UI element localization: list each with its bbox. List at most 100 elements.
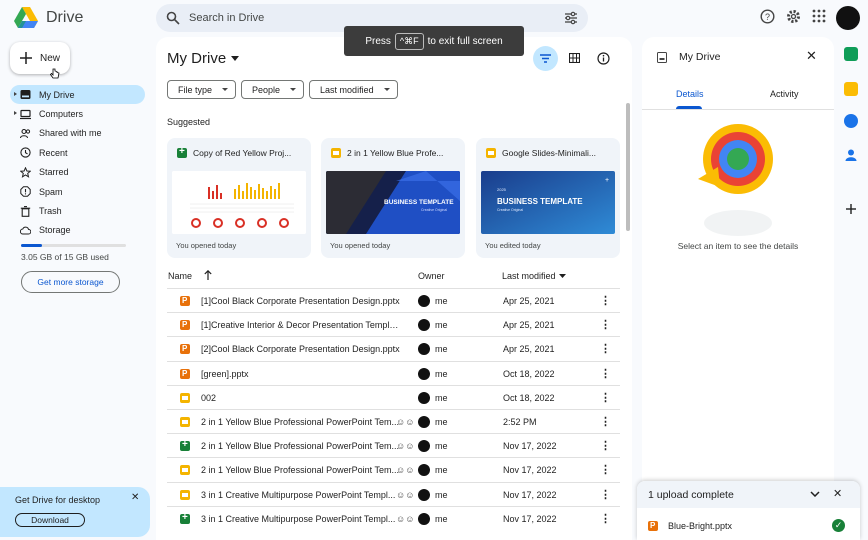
- sidebar-item-storage[interactable]: Storage: [10, 221, 145, 240]
- expand-caret-icon[interactable]: [14, 92, 17, 96]
- grid-view-icon[interactable]: [569, 53, 580, 63]
- help-icon[interactable]: ?: [760, 9, 775, 24]
- search-input[interactable]: Search in Drive: [189, 12, 264, 24]
- more-vert-icon[interactable]: ⋮: [600, 488, 611, 501]
- slides-icon: [486, 148, 496, 158]
- new-button[interactable]: New: [10, 42, 70, 74]
- file-name[interactable]: 3 in 1 Creative Multipurpose PowerPoint …: [201, 490, 401, 500]
- sidebar-item-spam[interactable]: Spam: [10, 182, 145, 201]
- suggested-heading: Suggested: [167, 117, 211, 127]
- more-vert-icon[interactable]: ⋮: [600, 367, 611, 380]
- modified-date: Oct 18, 2022: [503, 368, 555, 379]
- slides-icon: [180, 489, 190, 500]
- owner-name: me: [435, 344, 448, 355]
- sidebar-item-shared-with-me[interactable]: Shared with me: [10, 124, 145, 143]
- table-row[interactable]: [1]Creative Interior & Decor Presentatio…: [167, 312, 620, 336]
- file-name[interactable]: 2 in 1 Yellow Blue Professional PowerPoi…: [201, 465, 401, 475]
- table-row[interactable]: 3 in 1 Creative Multipurpose PowerPoint …: [167, 505, 620, 530]
- promo-title: Get Drive for desktop: [15, 495, 101, 505]
- settings-icon[interactable]: [786, 9, 801, 24]
- svg-text:?: ?: [765, 12, 770, 22]
- table-row[interactable]: 2 in 1 Yellow Blue Professional PowerPoi…: [167, 409, 620, 433]
- apps-grid-icon[interactable]: [812, 9, 826, 23]
- get-more-storage-button[interactable]: Get more storage: [21, 271, 120, 293]
- calendar-icon[interactable]: [844, 47, 858, 61]
- thumb-title: BUSINESS TEMPLATE: [497, 197, 583, 206]
- account-avatar[interactable]: [836, 6, 860, 30]
- file-type-filter[interactable]: File type: [167, 80, 237, 99]
- drive-logo[interactable]: Drive: [14, 7, 83, 28]
- more-vert-icon[interactable]: ⋮: [600, 391, 611, 404]
- more-vert-icon[interactable]: ⋮: [600, 342, 611, 355]
- suggested-card[interactable]: 2 in 1 Yellow Blue Profe... BUSINESS TEM…: [321, 138, 465, 258]
- file-name[interactable]: 002: [201, 393, 401, 403]
- more-vert-icon[interactable]: ⋮: [600, 318, 611, 331]
- sidebar-item-trash[interactable]: Trash: [10, 201, 145, 220]
- owner-avatar: [418, 488, 430, 501]
- sidebar-item-starred[interactable]: Starred: [10, 163, 145, 182]
- add-addon-icon[interactable]: [844, 202, 858, 216]
- close-icon[interactable]: ✕: [833, 487, 842, 500]
- owner-column-header[interactable]: Owner: [418, 271, 445, 281]
- table-row[interactable]: [2]Cool Black Corporate Presentation Des…: [167, 336, 620, 360]
- page-title[interactable]: My Drive: [167, 50, 240, 67]
- desktop-promo: Get Drive for desktop ✕ Download: [0, 487, 150, 537]
- sidebar-item-recent[interactable]: Recent: [10, 143, 145, 162]
- tab-activity[interactable]: Activity: [770, 89, 799, 99]
- more-vert-icon[interactable]: ⋮: [600, 463, 611, 476]
- slides-icon: [180, 465, 190, 476]
- shared-icon: ☺☺: [396, 417, 415, 427]
- table-row[interactable]: 2 in 1 Yellow Blue Professional PowerPoi…: [167, 433, 620, 457]
- keep-icon[interactable]: [844, 82, 858, 96]
- tasks-icon[interactable]: [844, 114, 858, 128]
- contacts-icon[interactable]: [844, 148, 858, 162]
- file-name[interactable]: 2 in 1 Yellow Blue Professional PowerPoi…: [201, 441, 401, 451]
- file-name[interactable]: 2 in 1 Yellow Blue Professional PowerPoi…: [201, 417, 401, 427]
- sidebar-item-computers[interactable]: Computers: [10, 104, 145, 123]
- owner-name: me: [435, 489, 448, 500]
- search-options-icon[interactable]: [564, 11, 578, 25]
- modified-date: 2:52 PM: [503, 417, 537, 427]
- file-name[interactable]: [green].pptx: [201, 369, 401, 379]
- table-row[interactable]: 002 me Oct 18, 2022 ⋮: [167, 384, 620, 409]
- sort-arrow-up-icon[interactable]: [204, 270, 212, 280]
- shared-icon: ☺☺: [396, 513, 415, 524]
- owner-avatar: [418, 319, 430, 332]
- scrollbar[interactable]: [626, 103, 630, 231]
- more-vert-icon[interactable]: ⋮: [600, 415, 611, 428]
- my-drive-icon: [657, 52, 667, 63]
- card-subtitle: You opened today: [176, 241, 237, 250]
- search-icon[interactable]: [166, 11, 180, 25]
- modified-column-header[interactable]: Last modified: [502, 271, 556, 281]
- sort-dropdown-icon[interactable]: [559, 274, 566, 278]
- table-row[interactable]: [1]Cool Black Corporate Presentation Des…: [167, 288, 620, 312]
- info-icon[interactable]: [597, 52, 610, 65]
- file-name[interactable]: [2]Cool Black Corporate Presentation Des…: [201, 344, 401, 354]
- file-name[interactable]: [1]Cool Black Corporate Presentation Des…: [201, 296, 401, 306]
- close-icon[interactable]: ✕: [806, 48, 817, 64]
- page-title-text: My Drive: [167, 50, 227, 67]
- people-filter[interactable]: People: [241, 80, 305, 99]
- file-name[interactable]: 3 in 1 Creative Multipurpose PowerPoint …: [201, 514, 401, 524]
- table-row[interactable]: 3 in 1 Creative Multipurpose PowerPoint …: [167, 481, 620, 506]
- last-modified-filter[interactable]: Last modified: [309, 80, 398, 99]
- name-column-header[interactable]: Name: [168, 271, 192, 281]
- tab-details[interactable]: Details: [676, 89, 704, 99]
- details-title: My Drive: [679, 51, 721, 63]
- more-vert-icon[interactable]: ⋮: [600, 512, 611, 525]
- storage-bar-fill: [21, 244, 42, 247]
- file-name[interactable]: [1]Creative Interior & Decor Presentatio…: [201, 320, 401, 330]
- upload-file-name[interactable]: Blue-Bright.pptx: [668, 521, 732, 531]
- table-row[interactable]: [green].pptx me Oct 18, 2022 ⋮: [167, 360, 620, 385]
- more-vert-icon[interactable]: ⋮: [600, 294, 611, 307]
- suggested-card[interactable]: Google Slides-Minimali... 2025 BUSINESS …: [476, 138, 620, 258]
- table-row[interactable]: 2 in 1 Yellow Blue Professional PowerPoi…: [167, 457, 620, 481]
- collapse-chevron-icon[interactable]: [810, 491, 820, 497]
- close-icon[interactable]: ✕: [131, 492, 139, 503]
- suggested-card[interactable]: Copy of Red Yellow Proj... You opened to…: [167, 138, 311, 258]
- sidebar-item-my-drive[interactable]: My Drive: [10, 85, 145, 105]
- more-vert-icon[interactable]: ⋮: [600, 439, 611, 452]
- card-title: Google Slides-Minimali...: [502, 148, 597, 158]
- expand-caret-icon[interactable]: [14, 111, 17, 116]
- download-button[interactable]: Download: [15, 513, 85, 527]
